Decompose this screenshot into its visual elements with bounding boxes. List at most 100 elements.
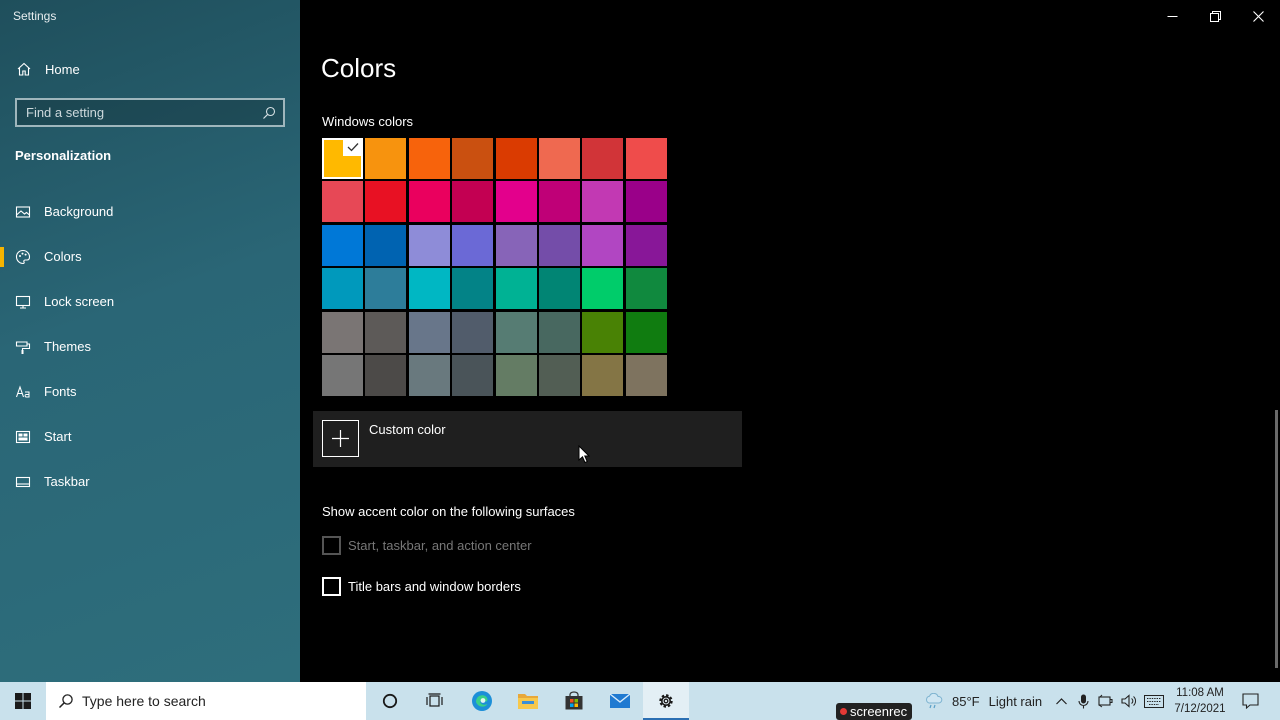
show-hidden-icons-button[interactable] xyxy=(1052,682,1070,720)
sidebar-item-lock-screen[interactable]: Lock screen xyxy=(0,279,300,324)
weather-widget[interactable]: 85°F Light rain xyxy=(924,682,1042,720)
microphone-tray-button[interactable] xyxy=(1074,682,1092,720)
home-icon xyxy=(17,62,31,76)
checkbox-box[interactable] xyxy=(322,577,341,596)
color-swatch[interactable] xyxy=(365,268,407,310)
color-swatch[interactable] xyxy=(452,224,494,266)
color-swatch[interactable] xyxy=(625,354,667,396)
sidebar-item-background[interactable]: Background xyxy=(0,189,300,234)
windows-colors-label: Windows colors xyxy=(322,114,414,129)
title-bars-window-borders-checkbox[interactable]: Title bars and window borders xyxy=(322,577,521,596)
color-swatch[interactable] xyxy=(582,354,624,396)
settings-search-box[interactable] xyxy=(15,98,285,127)
color-swatch[interactable] xyxy=(582,268,624,310)
color-swatch[interactable] xyxy=(452,138,494,179)
edge-button[interactable] xyxy=(459,682,505,720)
color-swatch[interactable] xyxy=(495,181,537,223)
color-swatch[interactable] xyxy=(322,181,363,223)
notifications-button[interactable] xyxy=(1236,682,1264,720)
sidebar-item-themes[interactable]: Themes xyxy=(0,324,300,369)
color-swatch[interactable] xyxy=(365,354,407,396)
start-button[interactable] xyxy=(0,682,46,720)
color-swatch[interactable] xyxy=(538,224,580,266)
sidebar-item-taskbar[interactable]: Taskbar xyxy=(0,459,300,504)
color-swatch[interactable] xyxy=(538,138,580,179)
color-swatch[interactable] xyxy=(322,354,363,396)
start-taskbar-action-center-checkbox[interactable]: Start, taskbar, and action center xyxy=(322,536,532,555)
color-swatch[interactable] xyxy=(538,354,580,396)
color-swatch[interactable] xyxy=(538,181,580,223)
sidebar-item-label: Taskbar xyxy=(44,474,90,489)
color-swatch[interactable] xyxy=(322,311,363,353)
color-swatch[interactable] xyxy=(495,354,537,396)
color-swatch[interactable] xyxy=(408,181,450,223)
sidebar-item-label: Fonts xyxy=(44,384,77,399)
search-icon xyxy=(58,694,73,709)
task-view-button[interactable] xyxy=(411,682,457,720)
color-swatch[interactable] xyxy=(452,181,494,223)
restore-button[interactable] xyxy=(1193,0,1237,32)
store-button[interactable] xyxy=(551,682,597,720)
color-swatch[interactable] xyxy=(625,224,667,266)
color-swatch[interactable] xyxy=(408,268,450,310)
color-swatch[interactable] xyxy=(625,138,667,179)
color-swatch[interactable] xyxy=(322,224,363,266)
color-swatch[interactable] xyxy=(452,268,494,310)
color-swatch[interactable] xyxy=(582,224,624,266)
task-view-icon xyxy=(425,693,443,707)
sidebar-item-label: Lock screen xyxy=(44,294,115,309)
file-explorer-button[interactable] xyxy=(505,682,551,720)
color-swatch[interactable] xyxy=(625,311,667,353)
sidebar-item-start[interactable]: Start xyxy=(0,414,300,459)
color-swatch[interactable] xyxy=(408,138,450,179)
checkbox-box[interactable] xyxy=(322,536,341,555)
cortana-button[interactable] xyxy=(367,682,413,720)
cortana-icon xyxy=(382,693,398,709)
settings-search-input[interactable] xyxy=(17,100,255,125)
sidebar-item-fonts[interactable]: Fonts xyxy=(0,369,300,414)
home-nav-item[interactable]: Home xyxy=(0,55,300,83)
color-swatch[interactable] xyxy=(408,224,450,266)
color-swatch[interactable] xyxy=(582,311,624,353)
restore-icon xyxy=(1209,10,1221,22)
color-swatch[interactable] xyxy=(538,268,580,310)
scrollbar[interactable] xyxy=(1275,410,1278,668)
color-swatch[interactable] xyxy=(495,138,537,179)
taskbar-search-box[interactable] xyxy=(46,682,366,720)
color-swatch[interactable] xyxy=(408,354,450,396)
sidebar-item-label: Themes xyxy=(44,339,91,354)
mail-button[interactable] xyxy=(597,682,643,720)
color-swatch[interactable] xyxy=(495,268,537,310)
color-swatch[interactable] xyxy=(538,311,580,353)
taskbar-search-input[interactable] xyxy=(82,693,352,709)
volume-tray-button[interactable] xyxy=(1119,682,1139,720)
color-swatch[interactable] xyxy=(365,181,407,223)
color-swatch[interactable] xyxy=(625,268,667,310)
minimize-button[interactable] xyxy=(1150,0,1194,32)
battery-tray-button[interactable] xyxy=(1096,682,1116,720)
color-swatch[interactable] xyxy=(582,181,624,223)
color-swatch[interactable] xyxy=(408,311,450,353)
sidebar-item-label: Start xyxy=(44,429,72,444)
color-swatch[interactable] xyxy=(322,268,363,310)
search-icon[interactable] xyxy=(262,106,276,120)
color-swatch[interactable] xyxy=(495,224,537,266)
custom-color-button[interactable]: Custom color xyxy=(313,411,742,467)
color-swatch[interactable] xyxy=(452,311,494,353)
color-swatch[interactable] xyxy=(365,138,407,179)
close-button[interactable] xyxy=(1236,0,1280,32)
taskbar-clock[interactable]: 11:08 AM 7/12/2021 xyxy=(1168,685,1232,717)
color-swatch[interactable] xyxy=(365,311,407,353)
keyboard-tray-button[interactable] xyxy=(1142,682,1166,720)
file-explorer-icon xyxy=(518,694,538,709)
color-swatch[interactable] xyxy=(365,224,407,266)
color-swatch[interactable] xyxy=(582,138,624,179)
settings-button[interactable] xyxy=(643,682,689,720)
color-swatch[interactable] xyxy=(495,311,537,353)
color-swatch[interactable] xyxy=(322,138,363,179)
color-swatch[interactable] xyxy=(452,354,494,396)
windows-logo-icon xyxy=(15,693,31,709)
network-icon xyxy=(1098,694,1113,708)
sidebar-item-colors[interactable]: Colors xyxy=(0,234,300,279)
color-swatch[interactable] xyxy=(625,181,667,223)
